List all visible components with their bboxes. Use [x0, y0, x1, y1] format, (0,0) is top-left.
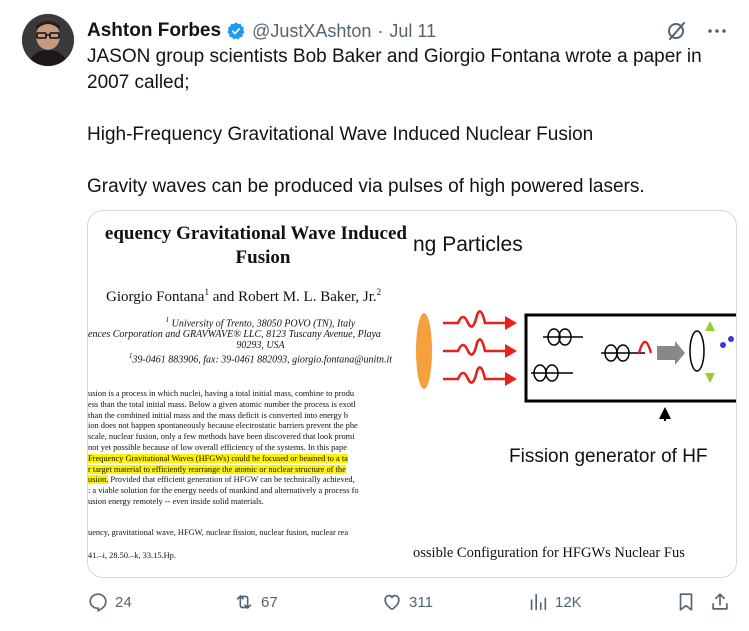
tweet-date[interactable]: Jul 11 — [389, 21, 436, 42]
views-icon — [530, 593, 547, 611]
abstract-highlight-partial: usion. — [88, 475, 109, 485]
avatar[interactable] — [22, 14, 74, 66]
abstract-line: usion energy remotely -- even inside sol… — [88, 496, 264, 506]
paper-affil-1: University of Trento, 38050 POVO (TN), I… — [169, 318, 356, 330]
abstract-highlight-line: Frequency Gravitational Waves (HFGWs) co… — [88, 453, 348, 463]
paper-author-1: Giorgio Fontana — [106, 289, 205, 305]
abstract-highlight-line: r target material to efficiently rearran… — [88, 464, 346, 474]
paper-affil-2: ences Corporation and GRAVWAVE® LLC, 812… — [88, 329, 381, 341]
paper-abstract: usion is a process in which nuclei, havi… — [88, 389, 413, 508]
paper-keywords: uency, gravitational wave, HFGW, nuclear… — [88, 528, 349, 537]
media-attachment[interactable]: equency Gravitational Wave Induced Fusio… — [87, 210, 737, 578]
like-button[interactable]: 311 — [381, 591, 433, 613]
paper-author-2-sup: 2 — [376, 287, 382, 297]
author-handle[interactable]: @JustXAshton — [252, 21, 371, 42]
separator-dot: · — [377, 20, 384, 41]
bookmark-button[interactable] — [675, 591, 697, 613]
paper-affiliations: 1 University of Trento, 38050 POVO (TN),… — [88, 315, 413, 366]
laser-pulses — [443, 310, 505, 384]
heart-icon — [384, 594, 400, 611]
retweet-button[interactable]: 67 — [233, 591, 278, 613]
author-name[interactable]: Ashton Forbes — [87, 20, 221, 42]
figure-label: Fission generator of HF — [509, 446, 708, 467]
paper-author-2: and Robert M. L. Baker, Jr. — [208, 289, 377, 305]
chamber-box — [524, 313, 736, 403]
figure-diagram — [416, 310, 736, 421]
paper-title-line-1: equency Gravitational Wave Induced — [104, 223, 407, 244]
tweet-text-line-3: Gravity waves can be produced via pulses… — [87, 176, 645, 197]
paper-affil-3: 90293, USA — [236, 340, 285, 352]
figure-top-text: ng Particles — [413, 233, 523, 256]
grok-icon[interactable] — [665, 19, 689, 43]
paper-authors: Giorgio Fontana1 and Robert M. L. Baker,… — [106, 287, 381, 306]
laser-source — [416, 313, 432, 389]
header-actions — [665, 19, 729, 43]
reply-count: 24 — [115, 593, 132, 611]
paper-affil-4: 39-0461 883906, fax: 39-0461 882093, gio… — [132, 354, 393, 366]
reply-button[interactable]: 24 — [87, 591, 132, 613]
abstract-line: ess than the total initial mass. Below a… — [88, 399, 356, 409]
paper-pacs: 41.–i, 28.50.–k, 33.15.Hp. — [88, 551, 176, 560]
retweet-icon — [236, 595, 252, 609]
abstract-line: Provided that efficient generation of HF… — [108, 475, 355, 485]
avatar-image — [22, 14, 74, 66]
abstract-line: usion is a process in which nuclei, havi… — [88, 389, 355, 398]
share-icon — [712, 593, 728, 610]
tweet-text-line-2: High-Frequency Gravitational Wave Induce… — [87, 124, 594, 145]
reply-icon — [89, 593, 107, 613]
like-count: 311 — [409, 593, 433, 611]
more-icon[interactable] — [705, 19, 729, 43]
figure-image[interactable]: ng Particles Fission generator of HF oss… — [413, 211, 736, 577]
verified-badge-icon — [226, 21, 246, 41]
tweet-text: JASON group scientists Bob Baker and Gio… — [87, 44, 727, 200]
tweet-text-line-1: JASON group scientists Bob Baker and Gio… — [87, 46, 702, 93]
tweet-header: Ashton Forbes @JustXAshton · Jul 11 — [87, 18, 729, 44]
share-button[interactable] — [709, 591, 731, 613]
paper-title-line-2: Fusion — [235, 247, 291, 268]
action-bar: 24 67 311 12K — [87, 591, 737, 619]
tweet[interactable]: Ashton Forbes @JustXAshton · Jul 11 JASO… — [0, 0, 749, 631]
abstract-line: ion does not happen spontaneously becaus… — [88, 421, 358, 431]
abstract-line: not yet possible because of low overall … — [88, 442, 347, 452]
abstract-line: than the combined initial mass and the m… — [88, 410, 349, 420]
particles — [531, 328, 645, 382]
bookmark-icon — [679, 593, 693, 611]
views-count: 12K — [555, 593, 582, 611]
views-button[interactable]: 12K — [527, 591, 582, 613]
abstract-line: scale, nuclear fusion, only a few method… — [88, 432, 355, 442]
figure-caption: ossible Configuration for HFGWs Nuclear … — [413, 545, 685, 561]
abstract-line: : a viable solution for the energy needs… — [88, 486, 359, 496]
retweet-count: 67 — [261, 593, 278, 611]
paper-image[interactable]: equency Gravitational Wave Induced Fusio… — [88, 211, 413, 577]
